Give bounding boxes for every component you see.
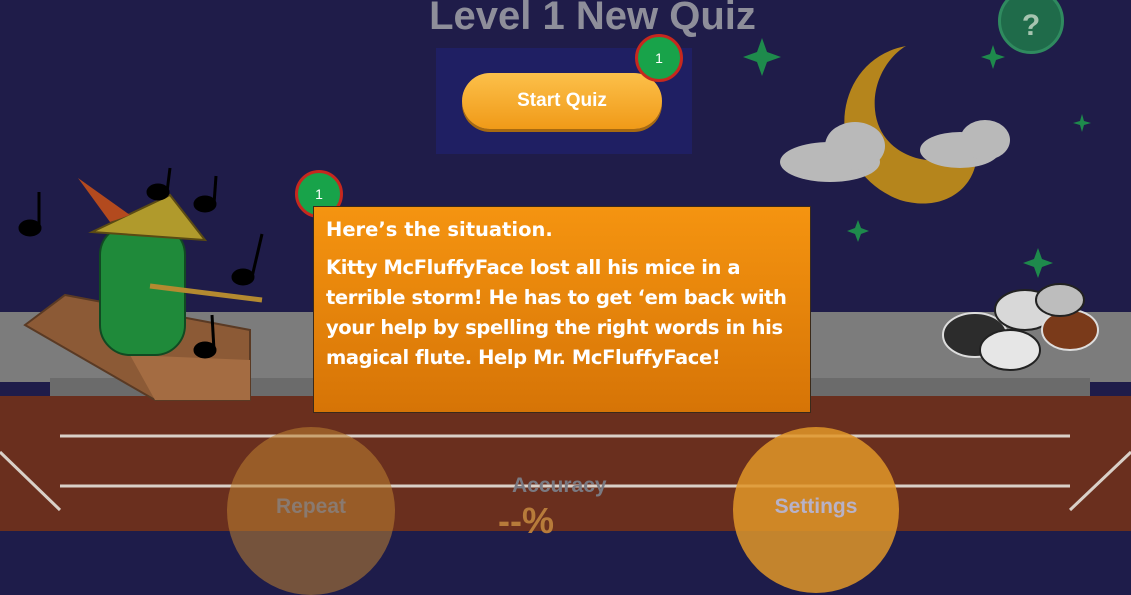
accuracy-value: --%	[498, 500, 554, 541]
dialog-heading: Here’s the situation.	[326, 218, 553, 241]
repeat-button[interactable]: Repeat	[227, 427, 395, 595]
start-quiz-badge: 1	[635, 34, 683, 82]
settings-button[interactable]: Settings	[733, 427, 899, 593]
start-quiz-button[interactable]: Start Quiz	[462, 73, 662, 129]
dialog-body: Kitty McFluffyFace lost all his mice in …	[326, 256, 787, 369]
game-scene: Level 1 New Quiz ? Start Quiz 1 1 Here’s…	[0, 0, 1131, 595]
accuracy-label: Accuracy	[512, 474, 607, 497]
story-dialog: Here’s the situation. Kitty McFluffyFace…	[313, 206, 811, 413]
quiz-title: Level 1 New Quiz	[429, 0, 756, 38]
